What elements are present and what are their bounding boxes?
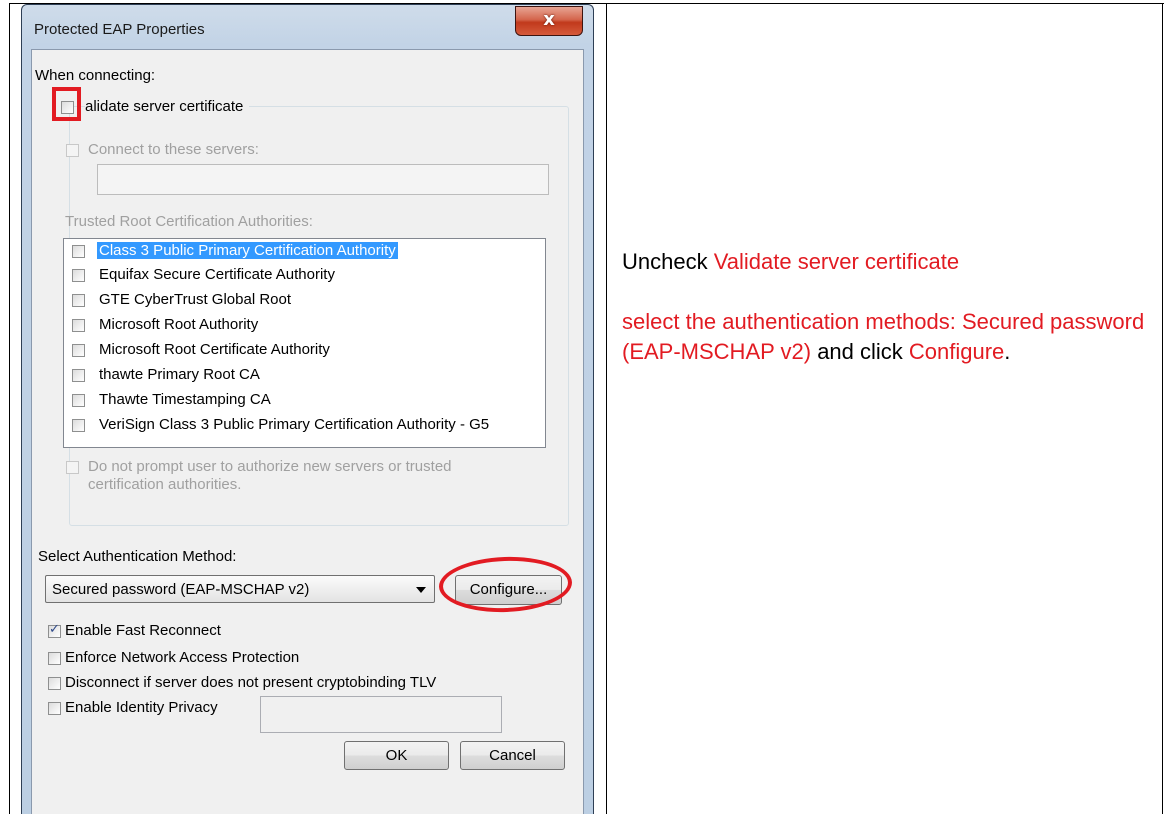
when-connecting-label: When connecting:	[35, 67, 156, 84]
protected-eap-properties-dialog: Protected EAP Properties x When connecti…	[21, 4, 594, 814]
instruction-paragraph-2: select the authentication methods: Secur…	[622, 307, 1152, 367]
instruction-text: .	[1004, 339, 1011, 364]
enable-identity-privacy-checkbox[interactable]	[48, 702, 61, 715]
dropdown-arrow-icon	[416, 587, 426, 593]
connect-to-servers-label: Connect to these servers:	[88, 141, 259, 158]
validate-server-certificate-label: alidate server certificate	[85, 98, 250, 115]
ca-checkbox[interactable]	[72, 344, 85, 357]
dialog-content: When connecting: alidate server certific…	[31, 49, 584, 814]
ca-list-item[interactable]: thawte Primary Root CA	[64, 363, 545, 387]
ca-list-item[interactable]: Thawte Timestamping CA	[64, 388, 545, 412]
ca-list-item[interactable]: Microsoft Root Authority	[64, 313, 545, 337]
enable-identity-privacy-label: Enable Identity Privacy	[65, 699, 218, 716]
do-not-prompt-label-line1: Do not prompt user to authorize new serv…	[88, 458, 452, 475]
ca-label: Microsoft Root Authority	[99, 316, 259, 333]
dialog-titlebar: Protected EAP Properties x	[22, 5, 593, 49]
trusted-ca-list[interactable]: Class 3 Public Primary Certification Aut…	[63, 238, 546, 448]
trusted-root-ca-label: Trusted Root Certification Authorities:	[65, 213, 313, 230]
enforce-nap-label: Enforce Network Access Protection	[65, 649, 300, 666]
ca-label: Equifax Secure Certificate Authority	[99, 266, 335, 283]
instruction-highlight: Validate server certificate	[713, 249, 960, 274]
checkmark-icon: ✓	[49, 622, 60, 637]
enforce-nap-checkbox[interactable]	[48, 652, 61, 665]
ca-checkbox[interactable]	[72, 369, 85, 382]
ca-list-item[interactable]: Class 3 Public Primary Certification Aut…	[64, 239, 545, 263]
enable-fast-reconnect-checkbox[interactable]: ✓	[48, 622, 61, 638]
table-column-divider	[606, 3, 607, 814]
ok-button[interactable]: OK	[344, 741, 449, 770]
table-right-border	[1162, 3, 1163, 814]
ca-checkbox[interactable]	[72, 245, 85, 258]
close-button[interactable]: x	[515, 6, 583, 36]
ca-list-item[interactable]: GTE CyberTrust Global Root	[64, 288, 545, 312]
servers-input[interactable]	[97, 164, 549, 195]
ca-label: thawte Primary Root CA	[99, 366, 260, 383]
instruction-paragraph-1: Uncheck Validate server certificate	[622, 247, 1152, 277]
dialog-title: Protected EAP Properties	[34, 21, 205, 38]
disconnect-tlv-label: Disconnect if server does not present cr…	[65, 674, 437, 691]
close-icon: x	[543, 9, 555, 30]
select-auth-method-label: Select Authentication Method:	[38, 548, 237, 565]
ca-label: GTE CyberTrust Global Root	[99, 291, 292, 308]
ca-label: VeriSign Class 3 Public Primary Certific…	[99, 416, 490, 433]
ca-checkbox[interactable]	[72, 269, 85, 282]
auth-method-value: Secured password (EAP-MSCHAP v2)	[52, 581, 310, 598]
do-not-prompt-checkbox[interactable]	[66, 461, 79, 474]
ca-checkbox[interactable]	[72, 294, 85, 307]
instruction-text: and click	[811, 339, 909, 364]
disconnect-tlv-checkbox[interactable]	[48, 677, 61, 690]
ca-list-item[interactable]: Microsoft Root Certificate Authority	[64, 338, 545, 362]
instructions-text: Uncheck Validate server certificate sele…	[622, 247, 1152, 367]
enable-fast-reconnect-label: Enable Fast Reconnect	[65, 622, 221, 639]
cancel-button[interactable]: Cancel	[460, 741, 565, 770]
ca-label: Thawte Timestamping CA	[99, 391, 271, 408]
ca-label: Class 3 Public Primary Certification Aut…	[97, 242, 398, 259]
ca-label: Microsoft Root Certificate Authority	[99, 341, 330, 358]
ca-checkbox[interactable]	[72, 394, 85, 407]
do-not-prompt-label-line2: certification authorities.	[88, 476, 242, 493]
ca-list-item[interactable]: VeriSign Class 3 Public Primary Certific…	[64, 413, 545, 437]
identity-privacy-input[interactable]	[260, 696, 502, 733]
connect-to-servers-checkbox[interactable]	[66, 144, 79, 157]
instruction-text: Uncheck	[622, 249, 714, 274]
table-left-border	[9, 3, 10, 814]
ca-list-item[interactable]: Equifax Secure Certificate Authority	[64, 263, 545, 287]
auth-method-dropdown[interactable]: Secured password (EAP-MSCHAP v2)	[45, 575, 435, 603]
ca-checkbox[interactable]	[72, 319, 85, 332]
instruction-highlight: Configure	[908, 339, 1005, 364]
ca-checkbox[interactable]	[72, 419, 85, 432]
highlight-box-validate-cert	[52, 87, 81, 121]
